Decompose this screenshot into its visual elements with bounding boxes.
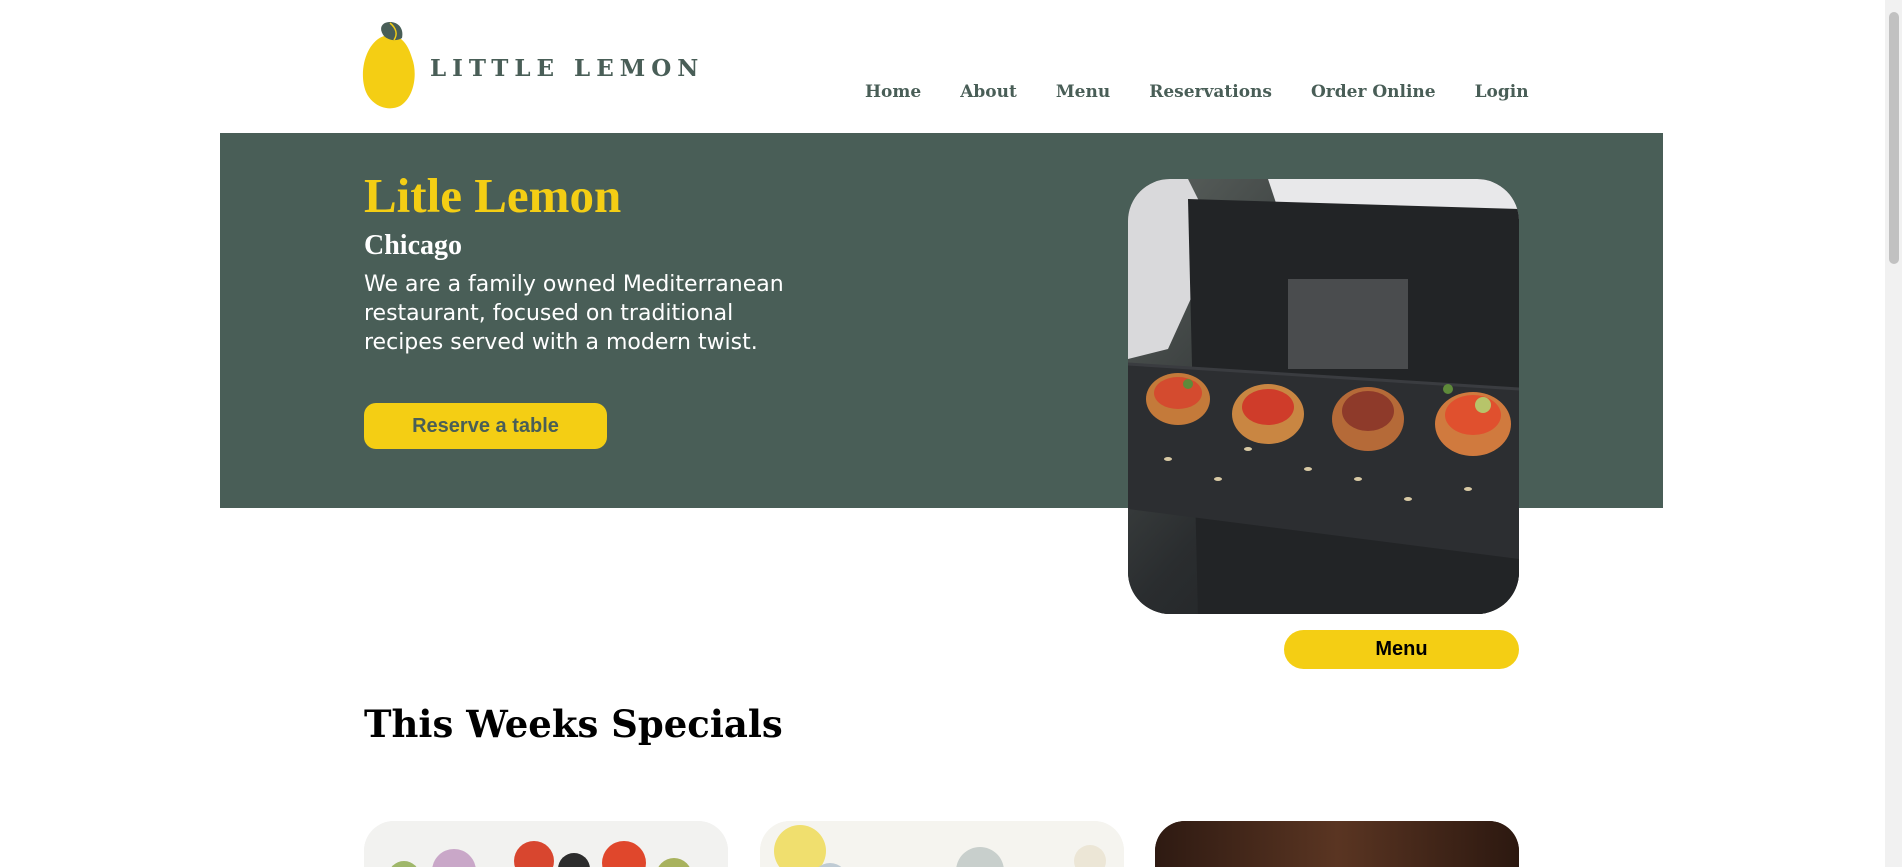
specials-title: This Weeks Specials bbox=[364, 702, 783, 746]
restaurant-food-image-icon bbox=[1128, 179, 1519, 614]
main-nav: Home About Menu Reservations Order Onlin… bbox=[865, 82, 1529, 102]
nav-about[interactable]: About bbox=[960, 82, 1017, 102]
nav-reservations[interactable]: Reservations bbox=[1149, 82, 1272, 102]
nav-menu[interactable]: Menu bbox=[1056, 82, 1110, 102]
scrollbar-thumb[interactable] bbox=[1889, 12, 1899, 264]
special-card-salad[interactable] bbox=[364, 821, 728, 867]
nav-home[interactable]: Home bbox=[865, 82, 921, 102]
special-card-bruschetta[interactable] bbox=[760, 821, 1124, 867]
site-logo[interactable]: LITTLE LEMON bbox=[360, 20, 704, 112]
logo-text: LITTLE LEMON bbox=[430, 54, 705, 82]
page-scrollbar[interactable] bbox=[1885, 0, 1902, 867]
nav-order-online[interactable]: Order Online bbox=[1311, 82, 1436, 102]
greek-salad-image bbox=[364, 821, 728, 867]
hero-description: We are a family owned Mediterranean rest… bbox=[364, 272, 784, 355]
lemon-dessert-image bbox=[760, 821, 1124, 867]
menu-button[interactable]: Menu bbox=[1284, 630, 1519, 669]
nav-login[interactable]: Login bbox=[1475, 82, 1529, 102]
hero-title: Litle Lemon bbox=[364, 168, 622, 223]
lemon-logo-icon bbox=[362, 22, 415, 109]
hero-food-image bbox=[1128, 179, 1519, 614]
reserve-table-button[interactable]: Reserve a table bbox=[364, 403, 607, 449]
dessert-image bbox=[1155, 821, 1519, 867]
hero-subtitle: Chicago bbox=[364, 230, 462, 261]
special-card-dessert[interactable] bbox=[1155, 821, 1519, 867]
